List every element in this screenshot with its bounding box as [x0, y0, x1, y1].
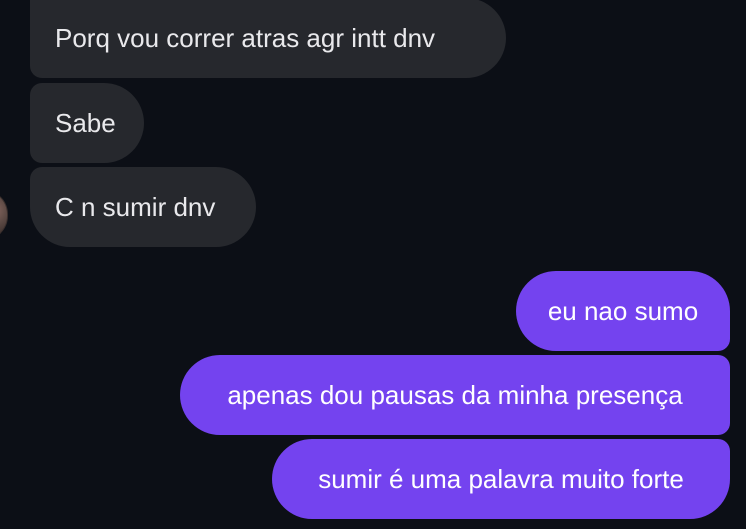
message-text: apenas dou pausas da minha presença: [227, 380, 683, 410]
message-text: sumir é uma palavra muito forte: [318, 464, 684, 494]
incoming-message[interactable]: Sabe: [30, 83, 144, 163]
outgoing-message[interactable]: eu nao sumo: [516, 271, 730, 351]
incoming-message[interactable]: Porq vou correr atras agr intt dnv: [30, 0, 506, 78]
message-text: Sabe: [55, 108, 116, 138]
message-text: eu nao sumo: [547, 296, 699, 326]
incoming-message[interactable]: C n sumir dnv: [30, 167, 256, 247]
message-text: C n sumir dnv: [55, 192, 216, 222]
contact-avatar[interactable]: [0, 190, 8, 240]
chat-thread: Porq vou correr atras agr intt dnv Sabe …: [0, 0, 746, 529]
outgoing-message[interactable]: apenas dou pausas da minha presença: [180, 355, 730, 435]
message-text: Porq vou correr atras agr intt dnv: [55, 23, 436, 53]
outgoing-message[interactable]: sumir é uma palavra muito forte: [272, 439, 730, 519]
